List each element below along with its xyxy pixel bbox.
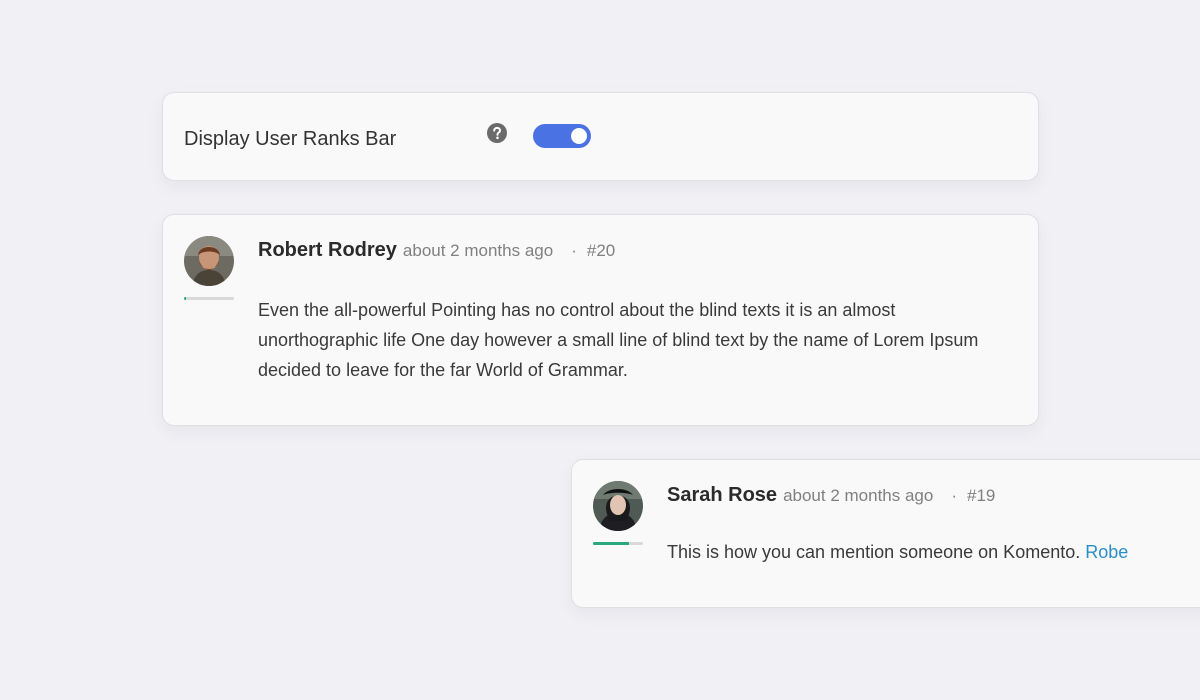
comment-time[interactable]: about 2 months ago	[783, 486, 933, 506]
avatar[interactable]	[593, 481, 643, 531]
toggle-knob	[571, 128, 587, 144]
meta-separator: ·	[571, 241, 577, 260]
comment-text: This is how you can mention someone on K…	[667, 542, 1081, 562]
comment-time[interactable]: about 2 months ago	[403, 241, 553, 261]
comment-body: Even the all-powerful Pointing has no co…	[258, 300, 979, 380]
comment-author[interactable]: Robert Rodrey	[258, 239, 397, 262]
comment-number[interactable]: #20	[587, 241, 615, 261]
mention-link[interactable]: Robe	[1085, 542, 1128, 562]
question-circle-icon[interactable]	[487, 123, 507, 143]
rank-bar-fill	[593, 542, 629, 545]
comment-number[interactable]: #19	[967, 486, 995, 506]
comment-header: Robert Rodrey about 2 months ago · #20	[258, 239, 615, 262]
meta-separator: ·	[951, 486, 958, 505]
comment-card: Robert Rodrey about 2 months ago · #20 E…	[162, 214, 1039, 426]
rank-bar	[593, 542, 643, 545]
comment-card: Sarah Rose about 2 months ago · #19 This…	[571, 459, 1200, 608]
comment-author[interactable]: Sarah Rose	[667, 484, 777, 507]
settings-card: Display User Ranks Bar	[162, 92, 1039, 181]
setting-label: Display User Ranks Bar	[184, 128, 397, 150]
rank-bar-fill	[184, 297, 186, 300]
ranks-bar-toggle[interactable]	[533, 124, 591, 148]
rank-bar	[184, 297, 234, 300]
avatar[interactable]	[184, 236, 234, 286]
comment-body: This is how you can mention someone on K…	[667, 537, 1128, 567]
comment-header: Sarah Rose about 2 months ago · #19	[667, 484, 995, 507]
